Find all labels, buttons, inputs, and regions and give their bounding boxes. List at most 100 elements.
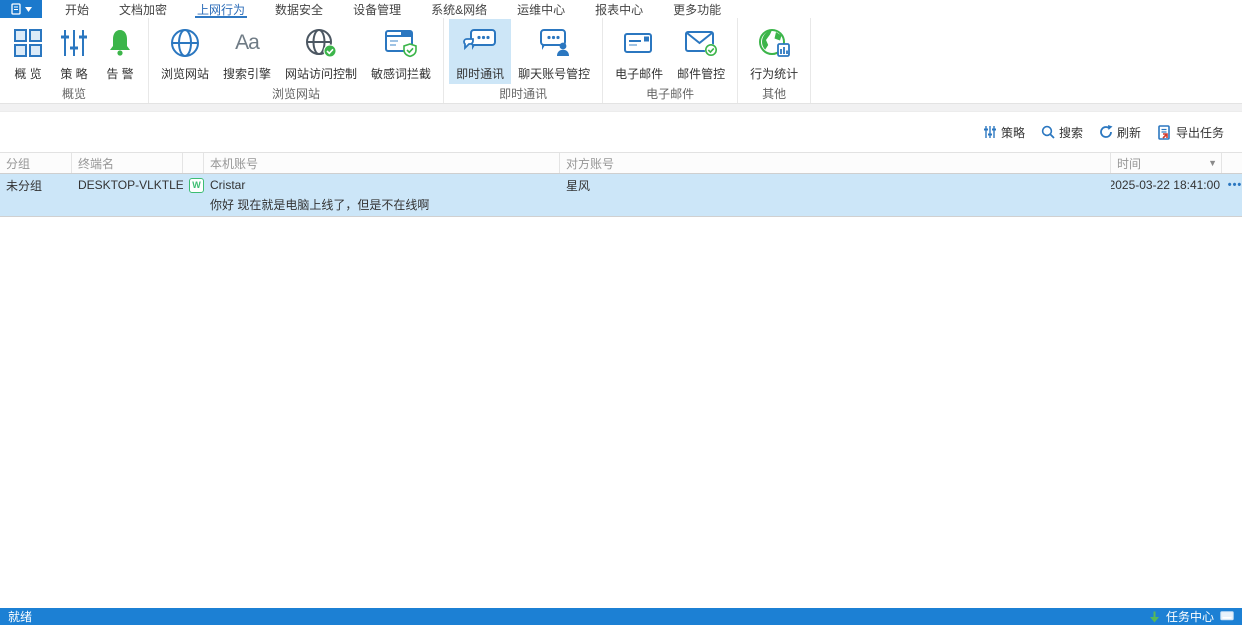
overview-label: 概 览	[14, 67, 42, 81]
sensitive-word-block-label: 敏感词拦截	[371, 67, 432, 81]
behavior-statistics-label: 行为统计	[750, 67, 799, 81]
search-action[interactable]: 搜索	[1041, 124, 1083, 141]
refresh-action-label: 刷新	[1116, 125, 1141, 140]
ribbon-group-other-buttons: 行为统计	[743, 18, 805, 84]
status-bar: 就绪 任务中心	[0, 608, 1242, 625]
ribbon-group-overview-label: 概览	[61, 87, 86, 101]
export-tasks-action[interactable]: 导出任务	[1157, 124, 1224, 141]
grid-icon	[13, 25, 43, 61]
email-label: 电子邮件	[615, 67, 664, 81]
search-engine-label: 搜索引擎	[223, 67, 272, 81]
tab-data-security[interactable]: 数据安全	[260, 0, 338, 18]
ribbon-group-other: 行为统计 其他	[738, 18, 812, 103]
search-engine-button[interactable]: Aa 搜索引擎	[216, 19, 278, 84]
ribbon-group-im-label: 即时通讯	[499, 87, 548, 101]
alert-button[interactable]: 告 警	[97, 19, 143, 84]
column-header-app-icon[interactable]	[183, 153, 204, 173]
globe-check-icon	[304, 25, 338, 61]
row-menu-button[interactable]: •••	[1228, 179, 1242, 191]
tab-ops-center[interactable]: 运维中心	[502, 0, 580, 18]
monitor-icon[interactable]	[1220, 611, 1234, 622]
tab-bar: 开始 文档加密 上网行为 数据安全 设备管理 系统&网络 运维中心 报表中心 更…	[0, 0, 1242, 18]
column-header-time[interactable]: 时间 ▼	[1111, 153, 1222, 173]
column-header-group[interactable]: 分组	[0, 153, 72, 173]
refresh-action[interactable]: 刷新	[1099, 124, 1141, 141]
mail-control-button[interactable]: 邮件管控	[670, 19, 732, 84]
cell-terminal: DESKTOP-VLKTLE1	[78, 178, 183, 192]
column-header-local-account[interactable]: 本机账号	[204, 153, 560, 173]
sliders-small-icon	[983, 126, 996, 138]
task-center-button[interactable]: 任务中心	[1166, 608, 1214, 625]
app-menu-icon	[10, 3, 21, 15]
ribbon-group-email: 电子邮件 邮件管控 电子邮件	[603, 18, 739, 103]
sensitive-word-block-button[interactable]: 敏感词拦截	[364, 19, 438, 84]
policy-button[interactable]: 策 略	[51, 19, 97, 84]
cell-actions: •••	[1222, 174, 1242, 196]
column-header-actions	[1222, 153, 1242, 173]
table-row[interactable]: 未分组 DESKTOP-VLKTLE1 W Cristar 星风 2025-03…	[0, 174, 1242, 217]
column-header-terminal[interactable]: 终端名	[72, 153, 183, 173]
mail-icon	[622, 25, 656, 61]
font-aa-icon: Aa	[235, 31, 260, 54]
overview-button[interactable]: 概 览	[5, 19, 51, 84]
policy-action-label: 策略	[1000, 125, 1025, 140]
email-button[interactable]: 电子邮件	[608, 19, 670, 84]
bell-icon	[106, 25, 134, 61]
website-access-control-button[interactable]: 网站访问控制	[278, 19, 364, 84]
ribbon-group-other-label: 其他	[762, 87, 787, 101]
tab-start[interactable]: 开始	[50, 0, 104, 18]
refresh-icon	[1100, 125, 1113, 138]
tab-doc-encryption[interactable]: 文档加密	[104, 0, 182, 18]
tab-internet-behavior[interactable]: 上网行为	[182, 0, 260, 18]
sort-caret-icon[interactable]: ▼	[1208, 158, 1217, 168]
ribbon-group-browse-web-label: 浏览网站	[272, 87, 321, 101]
sliders-icon	[60, 25, 88, 61]
status-ready-text: 就绪	[8, 610, 33, 624]
ribbon-tabs: 开始 文档加密 上网行为 数据安全 设备管理 系统&网络 运维中心 报表中心 更…	[50, 0, 736, 18]
behavior-statistics-button[interactable]: 行为统计	[743, 19, 805, 84]
cell-group: 未分组	[6, 178, 43, 193]
export-icon	[1158, 124, 1170, 140]
export-tasks-action-label: 导出任务	[1175, 125, 1224, 140]
records-table: 分组 终端名 本机账号 对方账号 时间 ▼ 未分组 DESKTOP-VLKTLE…	[0, 152, 1242, 217]
search-action-label: 搜索	[1058, 125, 1083, 140]
instant-messaging-button[interactable]: 即时通讯	[449, 19, 512, 84]
browse-website-button[interactable]: 浏览网站	[154, 19, 216, 84]
list-action-toolbar: 策略 搜索 刷新 导出任务	[0, 112, 1242, 152]
tab-device-management[interactable]: 设备管理	[338, 0, 416, 18]
tab-system-network[interactable]: 系统&网络	[416, 0, 502, 18]
mail-control-label: 邮件管控	[677, 67, 726, 81]
chat-bubbles-icon	[462, 25, 498, 61]
column-header-time-label: 时间	[1117, 156, 1142, 171]
status-bar-right: 任务中心	[1149, 608, 1234, 625]
globe-icon	[169, 25, 201, 61]
ribbon-group-browse-web: 浏览网站 Aa 搜索引擎 网站访问控制 敏感词拦截 浏览网站	[149, 18, 445, 103]
ribbon-group-im-buttons: 即时通讯 聊天账号管控	[449, 18, 597, 84]
website-access-control-label: 网站访问控制	[285, 67, 358, 81]
cell-time: 2025-03-22 18:41:00	[1111, 178, 1220, 192]
policy-label: 策 略	[60, 67, 88, 81]
globe-chart-icon	[756, 25, 792, 61]
search-icon	[1041, 125, 1055, 139]
policy-action[interactable]: 策略	[983, 124, 1025, 141]
ribbon-group-overview-buttons: 概 览 策 略 告 警	[5, 18, 143, 84]
table-row-main-line: 未分组 DESKTOP-VLKTLE1 W Cristar 星风 2025-03…	[0, 174, 1242, 196]
chat-account-control-button[interactable]: 聊天账号管控	[511, 19, 597, 84]
browse-website-label: 浏览网站	[161, 67, 210, 81]
mail-check-icon	[683, 25, 719, 61]
cell-app-icon: W	[183, 174, 204, 196]
cell-local-account: Cristar	[210, 178, 246, 192]
browser-shield-icon	[384, 25, 418, 61]
app-menu-button[interactable]	[0, 0, 42, 18]
ribbon: 概 览 策 略 告 警 概览 浏览网站 Aa 搜索引擎 网站访问控制 敏感词拦截…	[0, 18, 1242, 104]
tab-report-center[interactable]: 报表中心	[580, 0, 658, 18]
ribbon-group-email-buttons: 电子邮件 邮件管控	[608, 18, 732, 84]
tab-more-functions[interactable]: 更多功能	[658, 0, 736, 18]
chevron-down-icon	[24, 6, 32, 12]
cell-peer-account: 星风	[566, 178, 591, 193]
alert-label: 告 警	[106, 67, 134, 81]
instant-messaging-label: 即时通讯	[456, 67, 505, 81]
ribbon-group-email-label: 电子邮件	[646, 87, 695, 101]
chat-user-icon	[536, 25, 572, 61]
column-header-peer-account[interactable]: 对方账号	[560, 153, 1111, 173]
